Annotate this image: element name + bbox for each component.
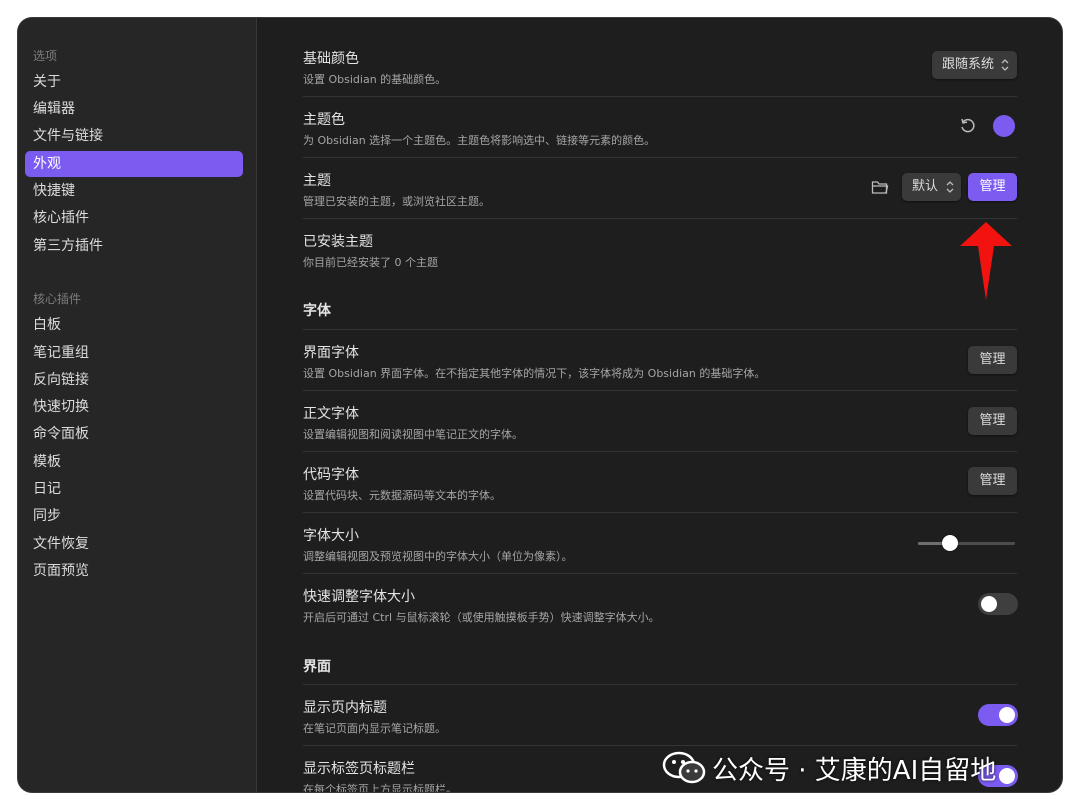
sidebar-item-command-palette[interactable]: 命令面板 (25, 421, 243, 447)
accent-color-swatch[interactable] (993, 115, 1015, 137)
setting-description: 设置代码块、元数据源码等文本的字体。 (303, 489, 501, 502)
watermark-text: 公众号 · 艾康的AI自留地 (712, 756, 997, 786)
sidebar-item-community-plugins[interactable]: 第三方插件 (25, 233, 243, 259)
sidebar-item-quick-switcher[interactable]: 快速切换 (25, 394, 243, 420)
setting-title: 快速调整字体大小 (303, 589, 415, 605)
setting-description: 设置编辑视图和阅读视图中笔记正文的字体。 (303, 428, 523, 441)
setting-interface-font: 界面字体 设置 Obsidian 界面字体。在不指定其他字体的情况下，该字体将成… (303, 330, 1017, 391)
sidebar-item-templates[interactable]: 模板 (25, 449, 243, 475)
setting-description: 在每个标签页上方显示标题栏。 (303, 783, 457, 792)
sidebar-item-core-plugins[interactable]: 核心插件 (25, 205, 243, 231)
setting-text-font: 正文字体 设置编辑视图和阅读视图中笔记正文的字体。 管理 (303, 391, 1017, 452)
setting-description: 开启后可通过 Ctrl 与鼠标滚轮（或使用触摸板手势）快速调整字体大小。 (303, 611, 660, 624)
setting-description: 设置 Obsidian 界面字体。在不指定其他字体的情况下，该字体将成为 Obs… (303, 367, 766, 380)
theme-select[interactable]: 默认 (902, 173, 961, 201)
setting-base-color: 基础颜色 设置 Obsidian 的基础颜色。 跟随系统 (303, 36, 1017, 97)
theme-select-value: 默认 (912, 179, 939, 194)
sidebar-item-note-composer[interactable]: 笔记重组 (25, 340, 243, 366)
setting-description: 在笔记页面内显示笔记标题。 (303, 722, 446, 735)
setting-inline-title: 显示页内标题 在笔记页面内显示笔记标题。 (303, 685, 1018, 746)
settings-sidebar: 选项 关于 编辑器 文件与链接 外观 快捷键 核心插件 第三方插件 核心插件 白… (18, 18, 257, 792)
setting-title: 基础颜色 (303, 51, 359, 67)
sidebar-item-about[interactable]: 关于 (25, 69, 243, 95)
sidebar-section-title-core-plugins: 核心插件 (33, 292, 82, 306)
setting-theme: 主题 管理已安装的主题，或浏览社区主题。 默认 管理 (303, 158, 1017, 219)
setting-installed-themes: 已安装主题 你目前已经安装了 0 个主题 (303, 219, 1017, 279)
font-size-slider[interactable] (918, 535, 1015, 551)
setting-title: 字体大小 (303, 528, 359, 544)
settings-content: 基础颜色 设置 Obsidian 的基础颜色。 跟随系统 主题色 为 Obsid… (257, 18, 1062, 792)
setting-title: 显示标签页标题栏 (303, 761, 415, 777)
toggle-knob (999, 707, 1015, 723)
setting-description: 为 Obsidian 选择一个主题色。主题色将影响选中、链接等元素的颜色。 (303, 134, 656, 147)
interface-font-manage-button[interactable]: 管理 (968, 346, 1017, 374)
sidebar-item-sync[interactable]: 同步 (25, 503, 243, 529)
setting-title: 界面字体 (303, 345, 359, 361)
folder-icon[interactable] (871, 179, 889, 195)
sidebar-section-title-options: 选项 (33, 49, 58, 63)
setting-title: 主题 (303, 173, 331, 189)
reset-icon[interactable] (959, 117, 977, 135)
setting-title: 主题色 (303, 112, 345, 128)
font-size-slider-thumb[interactable] (942, 535, 958, 551)
inline-title-toggle[interactable] (978, 704, 1018, 726)
setting-code-font: 代码字体 设置代码块、元数据源码等文本的字体。 管理 (303, 452, 1017, 513)
setting-description: 设置 Obsidian 的基础颜色。 (303, 73, 447, 86)
sidebar-item-hotkeys[interactable]: 快捷键 (25, 178, 243, 204)
setting-description: 调整编辑视图及预览视图中的字体大小（单位为像素）。 (303, 550, 573, 563)
setting-title: 代码字体 (303, 467, 359, 483)
setting-title: 正文字体 (303, 406, 359, 422)
section-heading-fonts: 字体 (303, 303, 331, 319)
toggle-knob (999, 768, 1015, 784)
toggle-knob (981, 596, 997, 612)
setting-font-size: 字体大小 调整编辑视图及预览视图中的字体大小（单位为像素）。 (303, 513, 1017, 574)
base-color-select[interactable]: 跟随系统 (932, 51, 1017, 79)
setting-title: 显示页内标题 (303, 700, 387, 716)
chevron-updown-icon (946, 181, 954, 193)
manage-themes-button[interactable]: 管理 (968, 173, 1017, 201)
sidebar-item-editor[interactable]: 编辑器 (25, 96, 243, 122)
setting-description: 你目前已经安装了 0 个主题 (303, 256, 438, 269)
sidebar-item-file-recovery[interactable]: 文件恢复 (25, 531, 243, 557)
setting-quick-font-size: 快速调整字体大小 开启后可通过 Ctrl 与鼠标滚轮（或使用触摸板手势）快速调整… (303, 574, 1018, 634)
settings-window: 选项 关于 编辑器 文件与链接 外观 快捷键 核心插件 第三方插件 核心插件 白… (18, 18, 1062, 792)
setting-description: 管理已安装的主题，或浏览社区主题。 (303, 195, 490, 208)
quick-font-size-toggle[interactable] (978, 593, 1018, 615)
code-font-manage-button[interactable]: 管理 (968, 467, 1017, 495)
setting-title: 已安装主题 (303, 234, 373, 250)
sidebar-item-appearance[interactable]: 外观 (25, 151, 243, 177)
sidebar-item-daily-notes[interactable]: 日记 (25, 476, 243, 502)
sidebar-item-files-links[interactable]: 文件与链接 (25, 123, 243, 149)
wechat-icon (662, 751, 706, 784)
red-arrow-annotation (960, 222, 1012, 300)
chevron-updown-icon (1001, 51, 1009, 71)
setting-accent-color: 主题色 为 Obsidian 选择一个主题色。主题色将影响选中、链接等元素的颜色… (303, 97, 1017, 158)
sidebar-item-canvas[interactable]: 白板 (25, 312, 243, 338)
sidebar-item-page-preview[interactable]: 页面预览 (25, 558, 243, 584)
text-font-manage-button[interactable]: 管理 (968, 407, 1017, 435)
base-color-select-value: 跟随系统 (942, 57, 995, 72)
section-heading-interface: 界面 (303, 659, 331, 675)
sidebar-item-backlinks[interactable]: 反向链接 (25, 367, 243, 393)
